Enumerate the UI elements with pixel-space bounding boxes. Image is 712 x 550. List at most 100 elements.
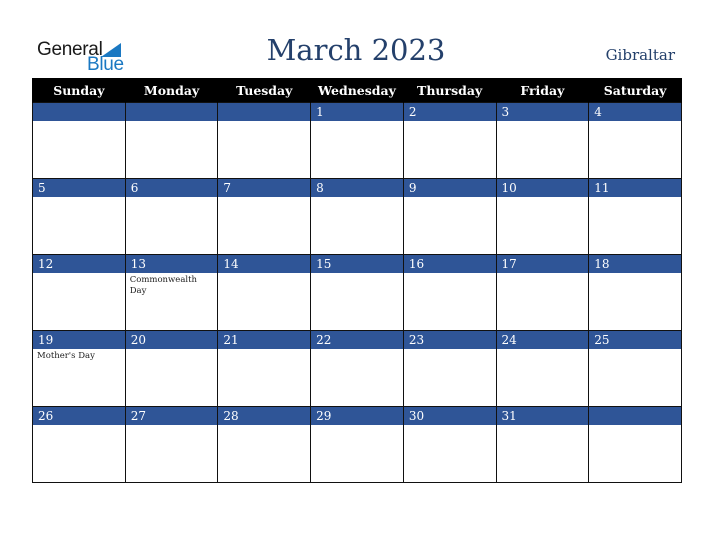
day-cell[interactable]: 28 [217, 406, 312, 483]
holiday-label [218, 121, 297, 123]
day-cell[interactable] [588, 406, 682, 483]
holiday-label [311, 121, 390, 123]
day-number: 30 [403, 407, 496, 425]
day-cell[interactable]: 3 [495, 102, 590, 179]
day-number: 17 [496, 255, 589, 273]
day-number: 15 [311, 255, 403, 273]
day-number: 9 [403, 179, 496, 197]
day-cell[interactable]: 1 [310, 102, 404, 179]
day-number: 27 [125, 407, 218, 425]
day-cell[interactable]: 13 Commonwealth Day [124, 254, 219, 331]
holiday-label [218, 425, 297, 427]
day-cell[interactable]: 12 [32, 254, 126, 331]
holiday-label [126, 121, 205, 123]
day-number: 22 [311, 331, 403, 349]
day-cell[interactable] [124, 102, 219, 179]
day-number: 13 [125, 255, 218, 273]
holiday-label: Mother's Day [37, 351, 95, 361]
day-cell[interactable]: 17 [495, 254, 590, 331]
holiday-label [497, 121, 576, 123]
day-number: 31 [496, 407, 589, 425]
day-cell[interactable]: 2 [402, 102, 497, 179]
weekday-header: Saturday [588, 78, 682, 103]
holiday-label: Commonwealth Day [129, 275, 198, 296]
holiday-label [126, 425, 205, 427]
holiday-label [497, 349, 576, 351]
holiday-label [218, 197, 297, 199]
day-cell[interactable]: 16 [402, 254, 497, 331]
day-number: 2 [403, 103, 496, 121]
day-number: 25 [589, 331, 681, 349]
week-row: 1234 [32, 102, 682, 179]
holiday-label [497, 273, 576, 275]
holiday-label [33, 197, 112, 199]
day-cell[interactable]: 25 [588, 330, 682, 407]
holiday-label [33, 273, 112, 275]
holiday-label [33, 425, 112, 427]
day-cell[interactable]: 31 [495, 406, 590, 483]
day-number: 28 [218, 407, 311, 425]
day-number: 29 [311, 407, 403, 425]
day-cell[interactable]: 21 [217, 330, 312, 407]
holiday-label [311, 425, 390, 427]
day-cell[interactable]: 18 [588, 254, 682, 331]
day-number: 7 [218, 179, 311, 197]
day-number: 8 [311, 179, 403, 197]
holiday-label [311, 197, 390, 199]
day-number: 18 [589, 255, 681, 273]
day-cell[interactable] [217, 102, 312, 179]
day-cell[interactable]: 29 [310, 406, 404, 483]
day-number [125, 103, 218, 121]
country-label: Gibraltar [605, 46, 675, 64]
day-number [589, 407, 681, 425]
day-cell[interactable]: 19 Mother's Day [32, 330, 126, 407]
holiday-label [589, 121, 668, 123]
day-number: 6 [125, 179, 218, 197]
day-cell[interactable]: 26 [32, 406, 126, 483]
holiday-label [404, 349, 483, 351]
day-number: 10 [496, 179, 589, 197]
day-number: 14 [218, 255, 311, 273]
holiday-label [126, 197, 205, 199]
day-number: 24 [496, 331, 589, 349]
day-cell[interactable]: 7 [217, 178, 312, 255]
day-cell[interactable] [32, 102, 126, 179]
weekday-header-row: Sunday Monday Tuesday Wednesday Thursday… [32, 78, 682, 103]
holiday-label [404, 197, 483, 199]
weekday-header: Monday [124, 78, 219, 103]
holiday-label [33, 121, 112, 123]
day-cell[interactable]: 8 [310, 178, 404, 255]
day-number: 20 [125, 331, 218, 349]
holiday-label [404, 273, 483, 275]
weekday-header: Tuesday [217, 78, 312, 103]
holiday-label [311, 349, 390, 351]
day-number: 21 [218, 331, 311, 349]
day-cell[interactable]: 22 [310, 330, 404, 407]
day-cell[interactable]: 11 [588, 178, 682, 255]
calendar-grid: Sunday Monday Tuesday Wednesday Thursday… [32, 78, 682, 483]
week-row: 12 13 Commonwealth Day 14 15 16 17 18 [32, 254, 682, 331]
day-cell[interactable]: 23 [402, 330, 497, 407]
day-cell[interactable]: 20 [124, 330, 219, 407]
day-number: 26 [33, 407, 125, 425]
day-cell[interactable]: 9 [402, 178, 497, 255]
day-cell[interactable]: 4 [588, 102, 682, 179]
day-cell[interactable]: 15 [310, 254, 404, 331]
day-cell[interactable]: 6 [124, 178, 219, 255]
day-cell[interactable]: 5 [32, 178, 126, 255]
weekday-header: Friday [495, 78, 590, 103]
holiday-label [404, 425, 483, 427]
day-number: 12 [33, 255, 125, 273]
holiday-label [218, 349, 297, 351]
day-number [218, 103, 311, 121]
day-number: 1 [311, 103, 403, 121]
week-row: 19 Mother's Day 20 21 22 23 24 25 [32, 330, 682, 407]
week-row: 5 6 7 8 9 10 11 [32, 178, 682, 255]
day-cell[interactable]: 14 [217, 254, 312, 331]
day-cell[interactable]: 24 [495, 330, 590, 407]
week-row: 26 27 28 29 30 31 [32, 406, 682, 483]
day-cell[interactable]: 27 [124, 406, 219, 483]
holiday-label [126, 349, 205, 351]
day-cell[interactable]: 10 [495, 178, 590, 255]
day-cell[interactable]: 30 [402, 406, 497, 483]
